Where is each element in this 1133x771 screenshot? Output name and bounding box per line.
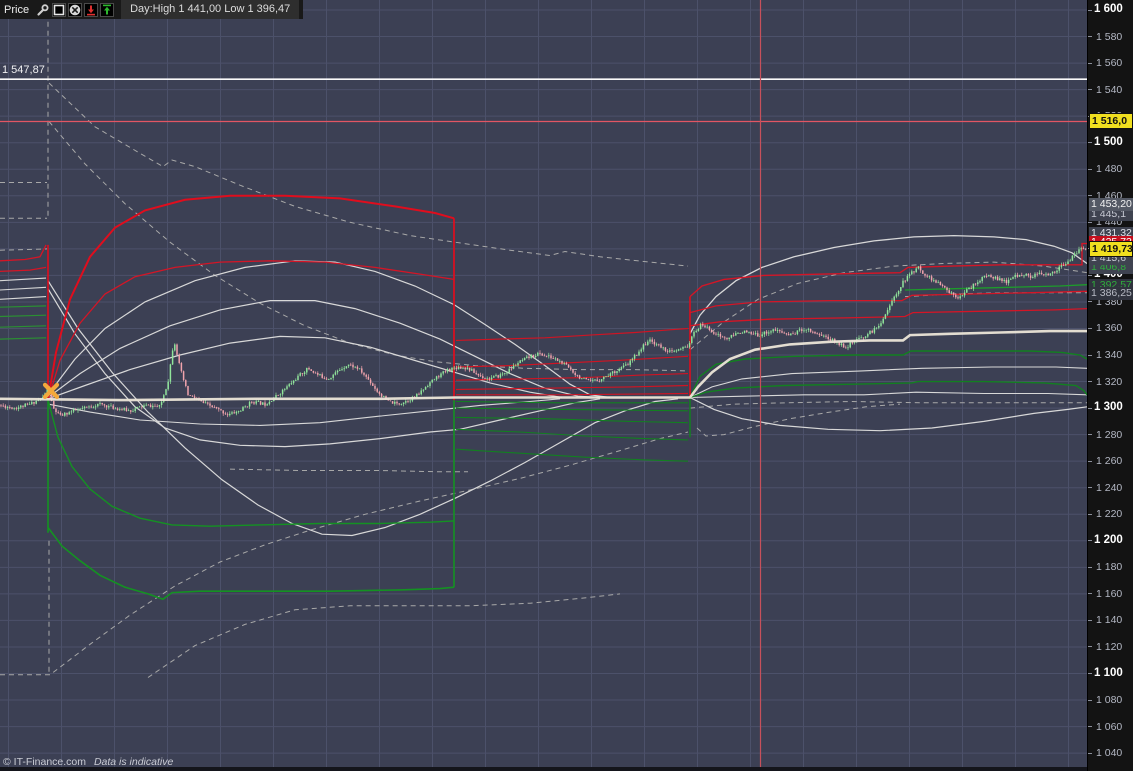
panel-title: Price [4,3,30,16]
axis-tick [1088,673,1092,674]
axis-tick [1088,168,1092,170]
axis-price-label: 1 500 [1094,135,1123,148]
price-value-chip: 1 419,73 [1089,241,1133,258]
axis-price-label: 1 280 [1096,428,1123,441]
axis-price-label: 1 260 [1096,455,1123,468]
axis-tick [1088,593,1092,595]
axis-tick [1088,274,1092,276]
wrench-icon [37,3,49,16]
axis-price-label: 1 200 [1094,533,1123,546]
axis-tick [1088,327,1092,329]
axis-tick [1088,195,1092,197]
axis-price-label: 1 100 [1094,666,1123,679]
axis-tick [1088,566,1092,568]
close-button[interactable] [68,2,83,17]
axis-tick [1088,381,1092,383]
axis-price-label: 1 600 [1094,3,1123,15]
disclaimer-text: Data is indicative [93,756,174,768]
axis-tick [1088,513,1092,515]
export-down-button[interactable] [84,2,99,17]
axis-price-label: 1 340 [1096,349,1123,362]
price-value-chip: 1 386,25 [1089,287,1133,301]
axis-price-label: 1 040 [1096,747,1123,760]
price-value-chip: 1 453,20 [1089,198,1133,212]
axis-tick [1088,142,1092,144]
import-up-button[interactable] [100,2,115,17]
axis-tick [1088,646,1092,648]
axis-tick [1088,89,1092,91]
axis-price-label: 1 060 [1096,720,1123,733]
price-chart[interactable] [0,0,1087,771]
axis-tick [1088,62,1092,64]
axis-price-label: 1 180 [1096,561,1123,574]
axis-tick [1088,221,1092,223]
chart-window: 1 040 1 060 1 080 1 100 1 120 1 140 1 160 1 180… [0,0,1133,771]
axis-tick [1088,301,1092,303]
settings-wrench-button[interactable] [36,3,50,17]
axis-price-label: 1 080 [1096,694,1123,707]
maximize-button[interactable] [52,2,67,17]
hline-price-label: 1 547,87 [2,64,45,77]
axis-price-label: 1 540 [1096,83,1123,96]
axis-tick [1088,9,1092,11]
chart-background [0,0,1087,771]
axis-tick [1088,540,1092,542]
axis-tick [1088,752,1092,754]
maximize-icon [53,4,65,15]
axis-price-label: 1 320 [1096,375,1123,388]
copyright-text: © IT-Finance.com [3,756,87,768]
axis-tick [1088,487,1092,489]
axis-price-label: 1 480 [1096,163,1123,176]
arrow-up-icon [103,4,112,14]
axis-tick [1088,460,1092,462]
axis-price-label: 1 240 [1096,481,1123,494]
axis-tick [1088,36,1092,38]
axis-price-label: 1 580 [1096,30,1123,43]
chart-toolbar: Price Day:High 1 441,00 Low 1 396,47 [0,0,304,19]
arrow-down-icon [87,5,96,15]
axis-tick [1088,354,1092,356]
axis-tick [1088,726,1092,728]
axis-tick [1088,407,1092,409]
axis-price-label: 1 120 [1096,640,1123,653]
axis-price-label: 1 160 [1096,587,1123,600]
axis-tick [1088,699,1092,701]
axis-price-label: 1 220 [1096,508,1123,521]
axis-price-label: 1 360 [1096,322,1123,335]
close-icon [69,4,81,15]
price-value-chip: 1 516,0 [1089,113,1133,130]
footer: © IT-Finance.com Data is indicative [3,756,173,768]
axis-price-label: 1 140 [1096,614,1123,627]
axis-price-label: 1 560 [1096,57,1123,70]
axis-price-label: 1 300 [1094,401,1123,414]
price-axis[interactable]: 1 040 1 060 1 080 1 100 1 120 1 140 1 160 1 180… [1087,0,1133,771]
axis-tick [1088,434,1092,436]
day-high-low-stats: Day:High 1 441,00 Low 1 396,47 [121,0,300,19]
axis-tick [1088,619,1092,621]
